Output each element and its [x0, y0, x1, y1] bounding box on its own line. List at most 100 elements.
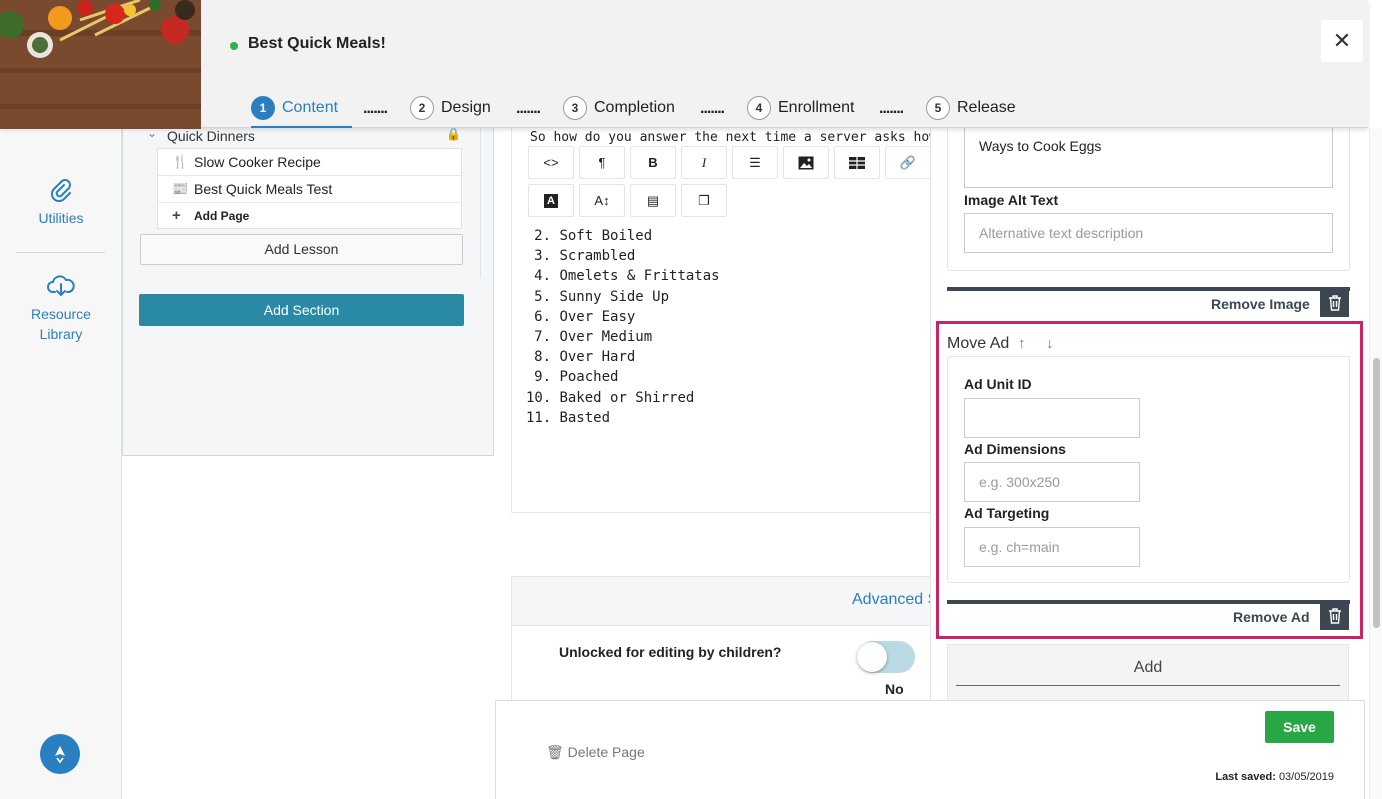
copy-format-button[interactable]: ❐ [681, 184, 727, 217]
step-label: Release [957, 99, 1016, 116]
rocket-icon [55, 746, 65, 764]
page-list: 🍴 Slow Cooker Recipe 📰 Best Quick Meals … [157, 148, 462, 229]
rail-divider [16, 252, 105, 253]
step-design[interactable]: 2 Design [410, 96, 491, 120]
text-color-icon: A [544, 193, 558, 208]
link-icon: 🔗 [899, 154, 917, 170]
panel-scrollbar[interactable] [1369, 128, 1382, 799]
paragraph-button[interactable]: ¶ [579, 146, 625, 179]
add-page-label: Add Page [194, 208, 250, 223]
align-button[interactable]: ▤ [630, 184, 676, 217]
step-completion[interactable]: 3 Completion [563, 96, 675, 120]
add-divider [956, 685, 1340, 686]
lock-icon[interactable]: 🔒 [446, 127, 461, 141]
add-block-button[interactable]: Add [947, 644, 1349, 703]
list-item: 6. Over Easy [534, 308, 636, 325]
app-header: Best Quick Meals! ✕ 1 Content ....... 2 … [0, 0, 1368, 129]
list-item[interactable]: 📰 Best Quick Meals Test [158, 176, 461, 203]
unlocked-toggle[interactable] [857, 641, 915, 673]
last-saved-date: 03/05/2019 [1278, 771, 1334, 783]
newspaper-icon: 📰 [172, 181, 189, 196]
bold-button[interactable]: B [630, 146, 676, 179]
list-icon: ☰ [749, 154, 761, 170]
list-item: 11. Basted [526, 409, 611, 426]
table-button[interactable] [834, 146, 880, 179]
course-title: Best Quick Meals! [248, 35, 386, 52]
copy-icon: ❐ [698, 192, 710, 208]
advanced-settings-title[interactable]: Advanced S [852, 591, 938, 609]
code-icon: <> [543, 155, 559, 170]
step-separator: ....... [879, 100, 904, 117]
font-size-icon: A↕ [594, 193, 610, 208]
advanced-settings: Advanced S Unlocked for editing by child… [511, 576, 941, 716]
last-saved-label: Last saved: [1215, 771, 1276, 783]
step-number: 4 [747, 96, 771, 120]
image-caption-field[interactable]: Ways to Cook Eggs [964, 128, 1333, 188]
image-settings-card: Ways to Cook Eggs Image Alt Text Alterna… [947, 128, 1350, 271]
section-header[interactable]: ⌄ Quick Dinners 🔒 [147, 126, 461, 144]
add-lesson-button[interactable]: Add Lesson [140, 234, 463, 265]
image-alt-placeholder: Alternative text description [979, 225, 1144, 241]
scrollbar-thumb[interactable] [1373, 358, 1380, 628]
step-number: 1 [251, 96, 275, 120]
step-label: Design [441, 99, 491, 116]
resource-library-button[interactable]: Resource Library [0, 274, 122, 344]
add-page-button[interactable]: + Add Page [158, 203, 461, 228]
last-saved: Last saved: 03/05/2019 [1215, 771, 1334, 783]
cloud-download-icon [47, 275, 75, 297]
list-item: 2. Soft Boiled [534, 228, 653, 244]
font-size-button[interactable]: A↕ [579, 184, 625, 217]
list-item: 5. Sunny Side Up [534, 288, 670, 305]
image-icon [798, 156, 814, 169]
list-item: 3. Scrambled [534, 248, 636, 265]
text-color-button[interactable]: A [528, 184, 574, 217]
ad-block-highlight [936, 321, 1363, 639]
utilities-label: Utilities [38, 210, 84, 226]
bold-icon: B [648, 155, 658, 170]
delete-page-button[interactable]: 🗑 Delete Page [546, 744, 645, 761]
step-content[interactable]: 1 Content [251, 96, 338, 120]
course-outline: ⌄ Quick Dinners 🔒 🍴 Slow Cooker Recipe 📰… [122, 126, 494, 456]
paragraph-icon: ¶ [598, 155, 606, 170]
page-title: Slow Cooker Recipe [194, 154, 321, 170]
step-separator: ....... [516, 100, 541, 117]
add-block-label: Add [1133, 659, 1163, 676]
step-separator: ....... [363, 100, 388, 117]
trash-icon [1328, 294, 1341, 311]
section-title: Quick Dinners [167, 128, 255, 144]
status-dot [230, 42, 238, 50]
active-step-indicator [251, 126, 352, 128]
close-button[interactable]: ✕ [1321, 20, 1363, 62]
list-item: 10. Baked or Shirred [526, 389, 695, 406]
close-icon: ✕ [1332, 28, 1352, 53]
list-item: 7. Over Medium [534, 328, 653, 345]
italic-button[interactable]: I [681, 146, 727, 179]
remove-image-bar [947, 287, 1350, 291]
step-label: Content [282, 99, 339, 116]
content-editor[interactable]: So how do you answer the next time a ser… [511, 128, 1015, 513]
add-section-button[interactable]: Add Section [139, 294, 464, 326]
step-enrollment[interactable]: 4 Enrollment [747, 96, 854, 120]
link-button[interactable]: 🔗 [885, 146, 931, 179]
list-item: 9. Poached [534, 369, 619, 386]
toggle-state-label: No [885, 681, 904, 697]
list-button[interactable]: ☰ [732, 146, 778, 179]
step-release[interactable]: 5 Release [926, 96, 1016, 120]
wizard-steps: 1 Content ....... 2 Design ....... 3 Com… [0, 96, 1100, 128]
paperclip-icon [50, 179, 71, 203]
remove-image-button[interactable] [1320, 288, 1349, 317]
step-number: 3 [563, 96, 587, 120]
utilities-button[interactable]: Utilities [0, 178, 122, 226]
plus-icon: + [172, 207, 181, 224]
code-view-button[interactable]: <> [528, 146, 574, 179]
list-item[interactable]: 🍴 Slow Cooker Recipe [158, 149, 461, 176]
unlocked-question: Unlocked for editing by children? [559, 644, 782, 660]
image-alt-label: Image Alt Text [964, 192, 1059, 208]
help-fab-button[interactable] [40, 734, 80, 774]
save-button[interactable]: Save [1265, 711, 1334, 743]
remove-image-label[interactable]: Remove Image [1211, 296, 1310, 312]
page-footer: 🗑 Delete Page Save Last saved: 03/05/201… [495, 700, 1365, 799]
image-button[interactable] [783, 146, 829, 179]
block-settings-panel: Ways to Cook Eggs Image Alt Text Alterna… [930, 128, 1367, 703]
image-alt-field[interactable]: Alternative text description [964, 213, 1333, 253]
